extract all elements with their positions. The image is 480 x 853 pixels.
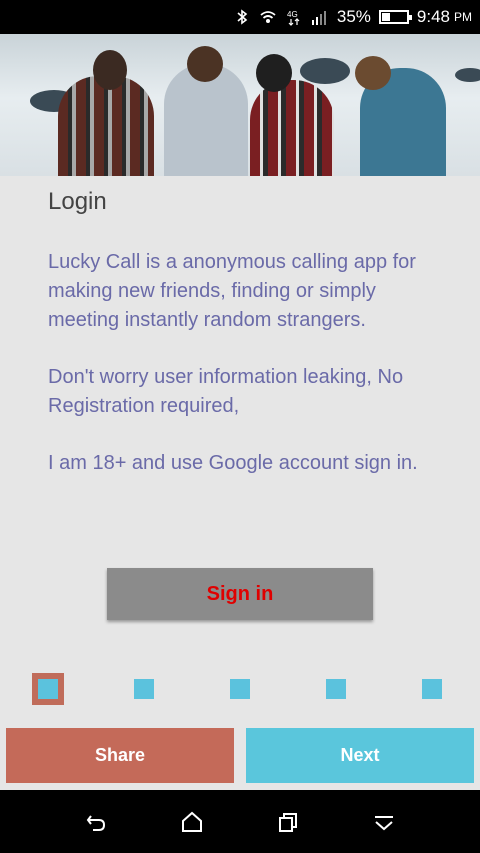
pager-dot[interactable] xyxy=(134,679,154,699)
navigation-bar xyxy=(0,790,480,853)
wifi-icon xyxy=(260,11,276,23)
privacy-paragraph: Don't worry user information leaking, No… xyxy=(48,366,404,417)
battery-icon xyxy=(378,10,412,24)
banner-person xyxy=(58,76,154,176)
clock-ampm: PM xyxy=(454,10,472,24)
intro-paragraph: Lucky Call is a anonymous calling app fo… xyxy=(48,251,416,331)
battery-percent: 35% xyxy=(336,7,371,26)
back-icon[interactable] xyxy=(84,810,108,834)
pager-dot[interactable] xyxy=(38,679,58,699)
next-button[interactable]: Next xyxy=(246,728,474,783)
pager-dot[interactable] xyxy=(230,679,250,699)
signal-icon xyxy=(311,11,326,25)
status-icons: 4G 35% 9:48 PM xyxy=(233,0,472,34)
banner-head xyxy=(355,56,391,90)
menu-down-icon[interactable] xyxy=(372,810,396,834)
banner-head xyxy=(187,46,223,82)
header-banner-image xyxy=(0,34,480,176)
home-icon[interactable] xyxy=(180,810,204,834)
pager-dot[interactable] xyxy=(326,679,346,699)
banner-rock xyxy=(300,58,350,84)
clock-time: 9:48 xyxy=(416,7,450,26)
banner-head xyxy=(256,54,292,92)
banner-person xyxy=(250,80,334,176)
network-4g-icon: 4G xyxy=(287,10,300,26)
svg-text:4G: 4G xyxy=(287,10,298,19)
recents-icon[interactable] xyxy=(276,810,300,834)
banner-rock xyxy=(455,68,480,82)
bluetooth-icon xyxy=(237,9,248,25)
page-title: Login xyxy=(48,188,107,215)
pager-dot[interactable] xyxy=(422,679,442,699)
sign-in-button[interactable]: Sign in xyxy=(107,568,373,620)
banner-head xyxy=(93,50,127,90)
share-button[interactable]: Share xyxy=(6,728,234,783)
age-consent-paragraph: I am 18+ and use Google account sign in. xyxy=(48,452,418,474)
status-bar: 4G 35% 9:48 PM xyxy=(0,0,480,34)
